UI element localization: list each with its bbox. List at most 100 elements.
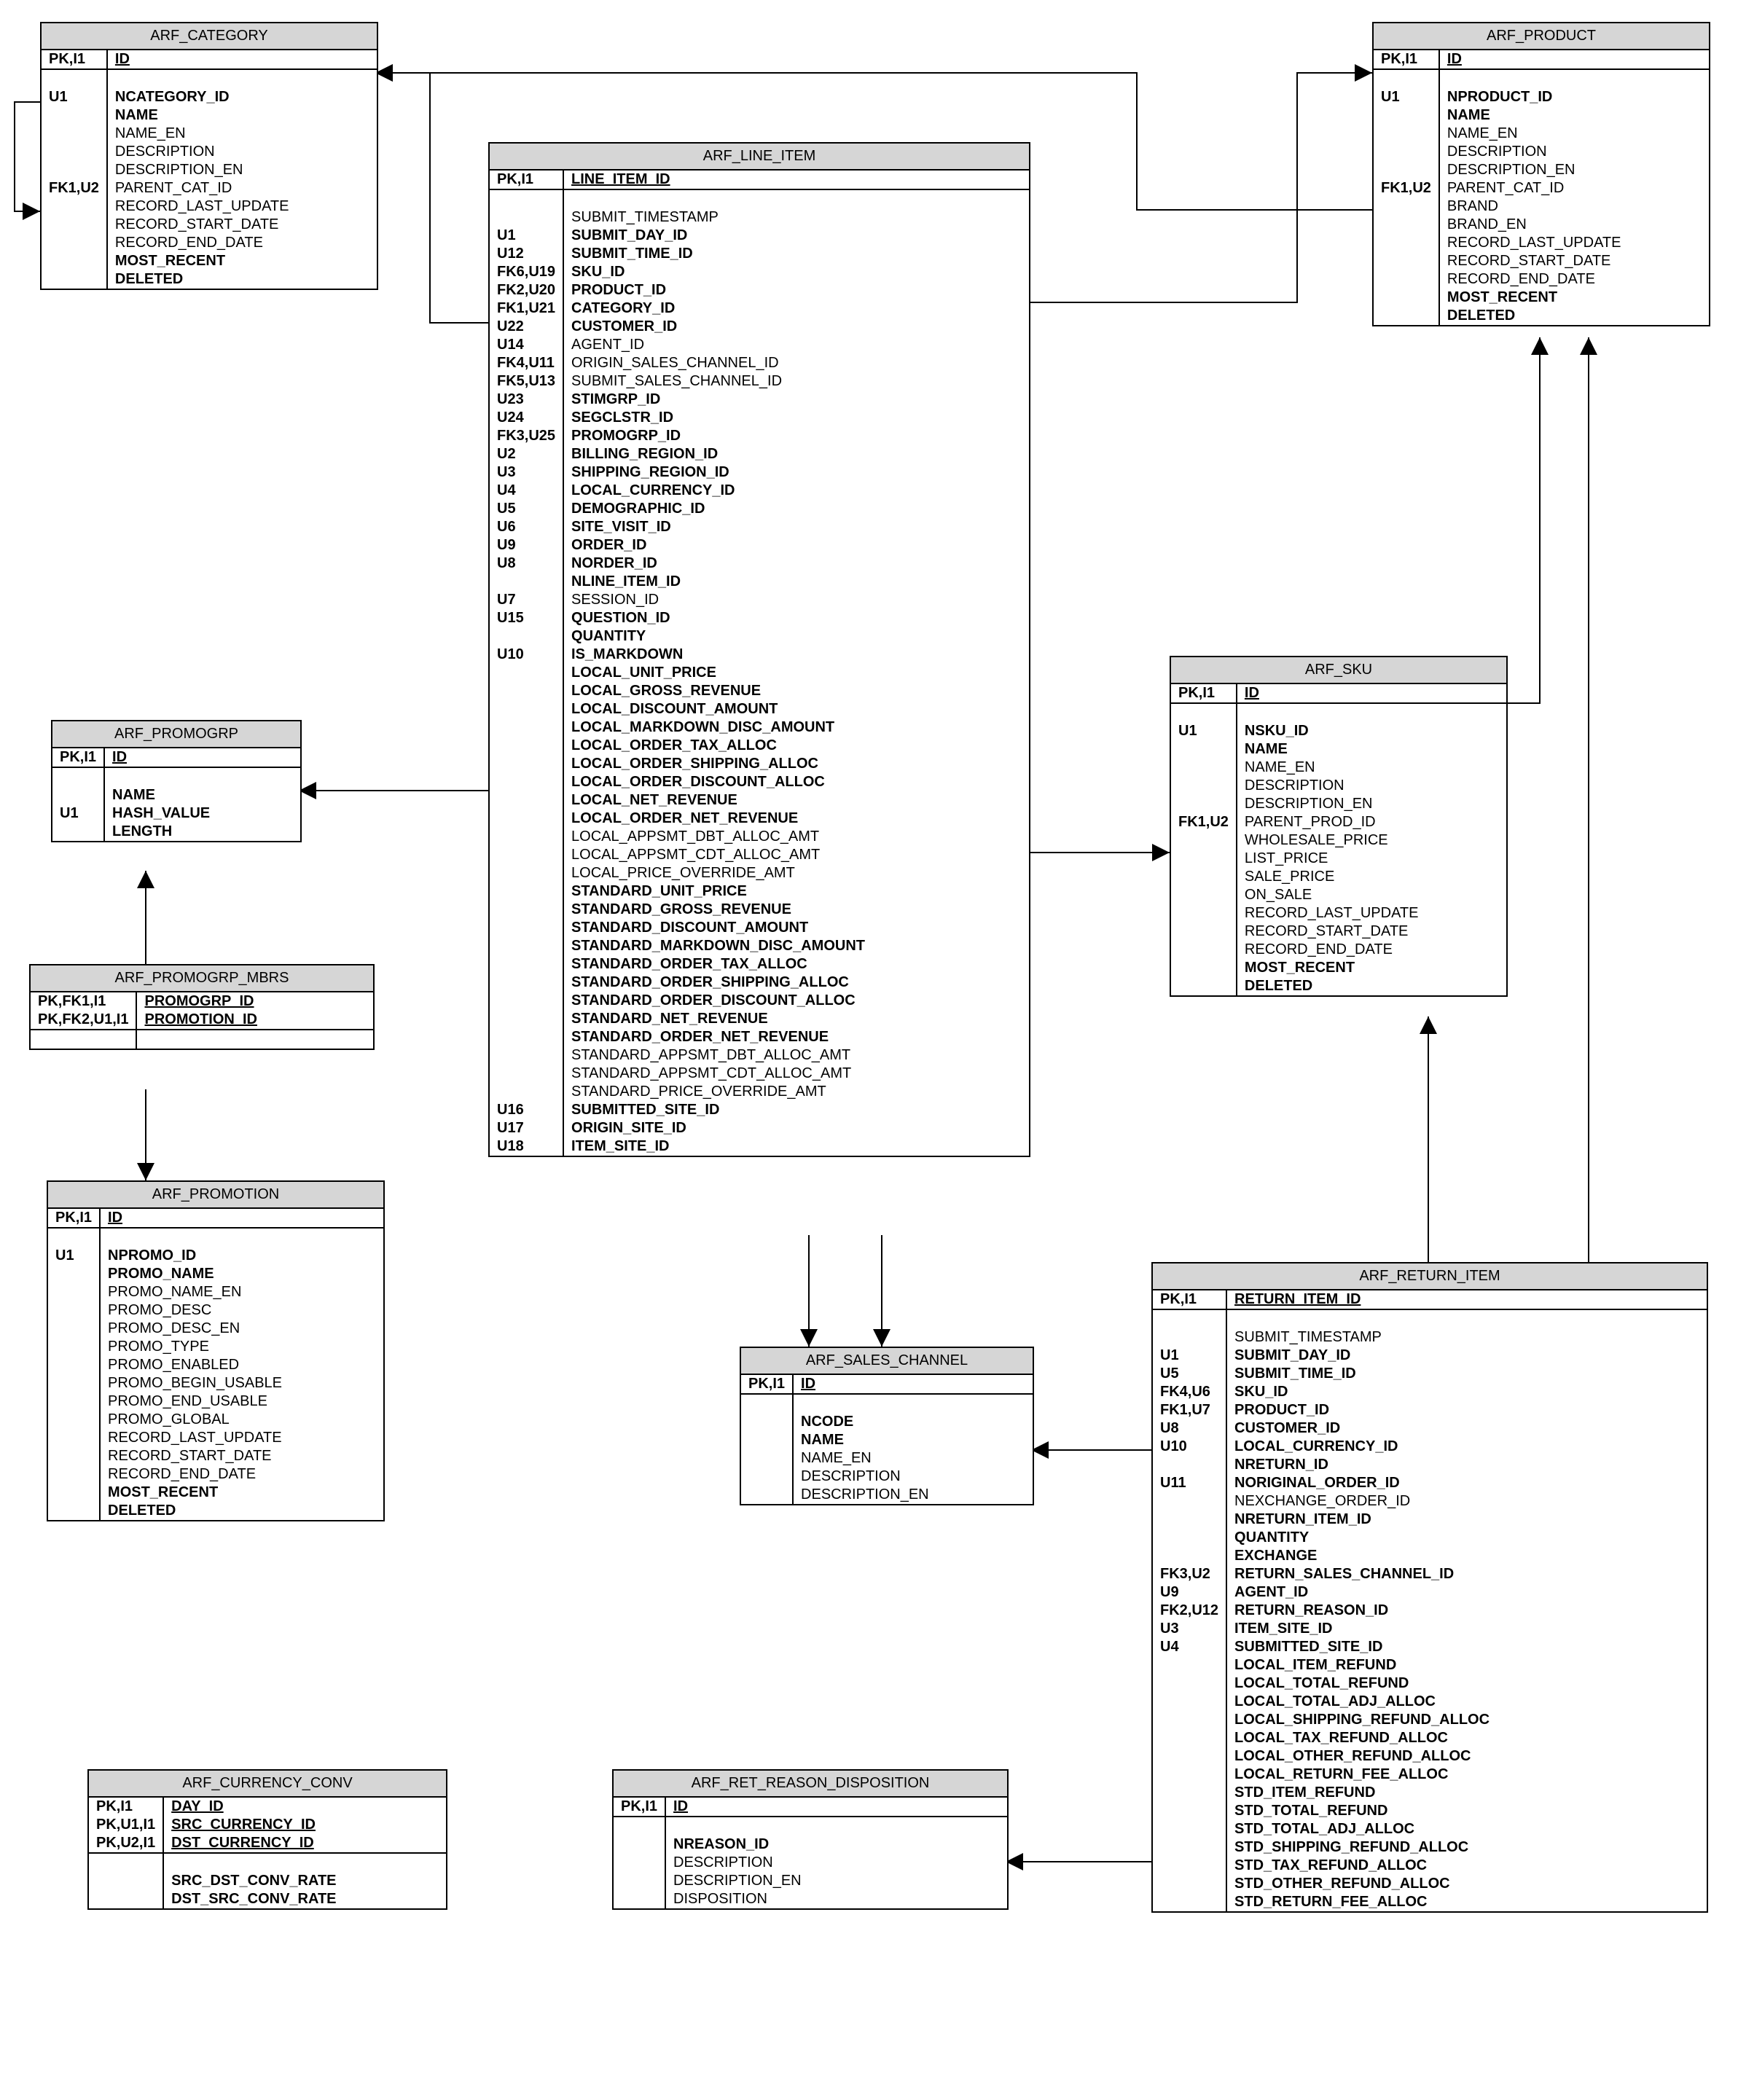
key-cell — [48, 1392, 100, 1411]
key-cell: U1 — [490, 227, 563, 245]
field-cell: NRETURN_ID — [1226, 1456, 1707, 1474]
field-cell: DELETED — [107, 270, 377, 289]
key-cell — [1374, 307, 1439, 325]
key-cell — [490, 846, 563, 864]
key-cell: U3 — [1153, 1620, 1226, 1638]
field-cell: PROMO_ENABLED — [100, 1356, 383, 1374]
field-cell: RECORD_END_DATE — [100, 1465, 383, 1484]
key-cell — [490, 664, 563, 682]
key-cell — [1171, 922, 1237, 941]
key-cell — [490, 773, 563, 791]
field-cell: NPRODUCT_ID — [1439, 88, 1709, 106]
key-cell — [490, 755, 563, 773]
key-cell — [614, 1890, 665, 1908]
field-cell: ON_SALE — [1237, 886, 1506, 904]
field-cell: ORIGIN_SITE_ID — [563, 1119, 1029, 1137]
key-cell — [89, 1872, 163, 1890]
key-cell: U16 — [490, 1101, 563, 1119]
key-cell: FK2,U20 — [490, 281, 563, 299]
key-cell — [490, 955, 563, 973]
key-cell — [42, 143, 107, 161]
key-cell — [490, 1010, 563, 1028]
field-cell: STD_ITEM_REFUND — [1226, 1784, 1707, 1802]
key-cell — [741, 1449, 793, 1468]
entity-fields: PK,I1ID NREASON_ID DESCRIPTION DESCRIPTI… — [614, 1798, 1007, 1908]
field-cell: DELETED — [1237, 977, 1506, 995]
field-cell: PRODUCT_ID — [563, 281, 1029, 299]
entity-arf-promogrp-mbrs: ARF_PROMOGRP_MBRSPK,FK1,I1PROMOGRP_IDPK,… — [29, 964, 375, 1050]
field-cell: MOST_RECENT — [1237, 959, 1506, 977]
key-cell — [42, 197, 107, 216]
field-cell: RECORD_START_DATE — [100, 1447, 383, 1465]
field-cell: RECORD_LAST_UPDATE — [1237, 904, 1506, 922]
key-cell — [1153, 1784, 1226, 1802]
key-cell — [48, 1411, 100, 1429]
field-cell: SUBMIT_TIMESTAMP — [1226, 1328, 1707, 1347]
field-cell: NAME_EN — [793, 1449, 1033, 1468]
field-cell: STIMGRP_ID — [563, 391, 1029, 409]
field-cell: STD_SHIPPING_REFUND_ALLOC — [1226, 1838, 1707, 1857]
field-cell: LOCAL_CURRENCY_ID — [1226, 1438, 1707, 1456]
field-cell: LOCAL_APPSMT_CDT_ALLOC_AMT — [563, 846, 1029, 864]
key-cell — [741, 1413, 793, 1431]
field-cell: DAY_ID — [163, 1798, 446, 1816]
key-cell — [1153, 1802, 1226, 1820]
key-cell: U6 — [490, 518, 563, 536]
key-cell — [614, 1835, 665, 1854]
field-cell: STANDARD_ORDER_NET_REVENUE — [563, 1028, 1029, 1046]
key-cell: U1 — [52, 804, 104, 823]
field-cell: STD_OTHER_REFUND_ALLOC — [1226, 1875, 1707, 1893]
field-cell: RECORD_LAST_UPDATE — [1439, 234, 1709, 252]
key-cell — [1153, 1766, 1226, 1784]
key-cell — [490, 573, 563, 591]
key-cell — [614, 1854, 665, 1872]
field-cell: ITEM_SITE_ID — [563, 1137, 1029, 1156]
field-cell: DISPOSITION — [665, 1890, 1007, 1908]
key-cell — [1171, 904, 1237, 922]
entity-title: ARF_SKU — [1171, 657, 1506, 684]
field-cell: QUANTITY — [1226, 1529, 1707, 1547]
key-cell: U9 — [490, 536, 563, 555]
field-cell: STD_TAX_REFUND_ALLOC — [1226, 1857, 1707, 1875]
field-cell: SUBMIT_DAY_ID — [1226, 1347, 1707, 1365]
key-cell — [490, 901, 563, 919]
field-cell: AGENT_ID — [1226, 1583, 1707, 1602]
field-cell: SUBMIT_TIME_ID — [1226, 1365, 1707, 1383]
key-cell — [490, 700, 563, 718]
field-cell: LOCAL_RETURN_FEE_ALLOC — [1226, 1766, 1707, 1784]
key-cell — [490, 828, 563, 846]
key-cell — [1153, 1711, 1226, 1729]
field-cell: PROMO_GLOBAL — [100, 1411, 383, 1429]
key-cell: U23 — [490, 391, 563, 409]
key-cell: FK3,U25 — [490, 427, 563, 445]
key-cell: PK,I1 — [490, 171, 563, 189]
field-cell: NCATEGORY_ID — [107, 88, 377, 106]
key-cell: U7 — [490, 591, 563, 609]
key-cell — [1374, 252, 1439, 270]
field-cell: LENGTH — [104, 823, 300, 841]
key-cell: FK1,U7 — [1153, 1401, 1226, 1419]
field-cell: STD_TOTAL_ADJ_ALLOC — [1226, 1820, 1707, 1838]
entity-arf-category: ARF_CATEGORYPK,I1ID U1NCATEGORY_ID NAME … — [40, 22, 378, 290]
key-cell — [1153, 1857, 1226, 1875]
field-cell: STANDARD_ORDER_TAX_ALLOC — [563, 955, 1029, 973]
key-cell — [48, 1301, 100, 1320]
key-cell: PK,U1,I1 — [89, 1816, 163, 1834]
field-cell: PROMO_TYPE — [100, 1338, 383, 1356]
field-cell: NLINE_ITEM_ID — [563, 573, 1029, 591]
key-cell — [1153, 1656, 1226, 1674]
key-cell: FK1,U2 — [42, 179, 107, 197]
field-cell: NAME_EN — [1237, 759, 1506, 777]
key-cell — [48, 1265, 100, 1283]
field-cell: SUBMIT_DAY_ID — [563, 227, 1029, 245]
entity-title: ARF_CATEGORY — [42, 23, 377, 50]
field-cell: CUSTOMER_ID — [1226, 1419, 1707, 1438]
key-cell — [1153, 1511, 1226, 1529]
entity-fields: PK,I1ID NCODE NAME NAME_EN DESCRIPTION D… — [741, 1375, 1033, 1504]
field-cell: STANDARD_PRICE_OVERRIDE_AMT — [563, 1083, 1029, 1101]
field-cell: NSKU_ID — [1237, 722, 1506, 740]
field-cell: LOCAL_OTHER_REFUND_ALLOC — [1226, 1747, 1707, 1766]
key-cell — [89, 1890, 163, 1908]
key-cell — [1171, 759, 1237, 777]
field-cell: DESCRIPTION_EN — [1237, 795, 1506, 813]
